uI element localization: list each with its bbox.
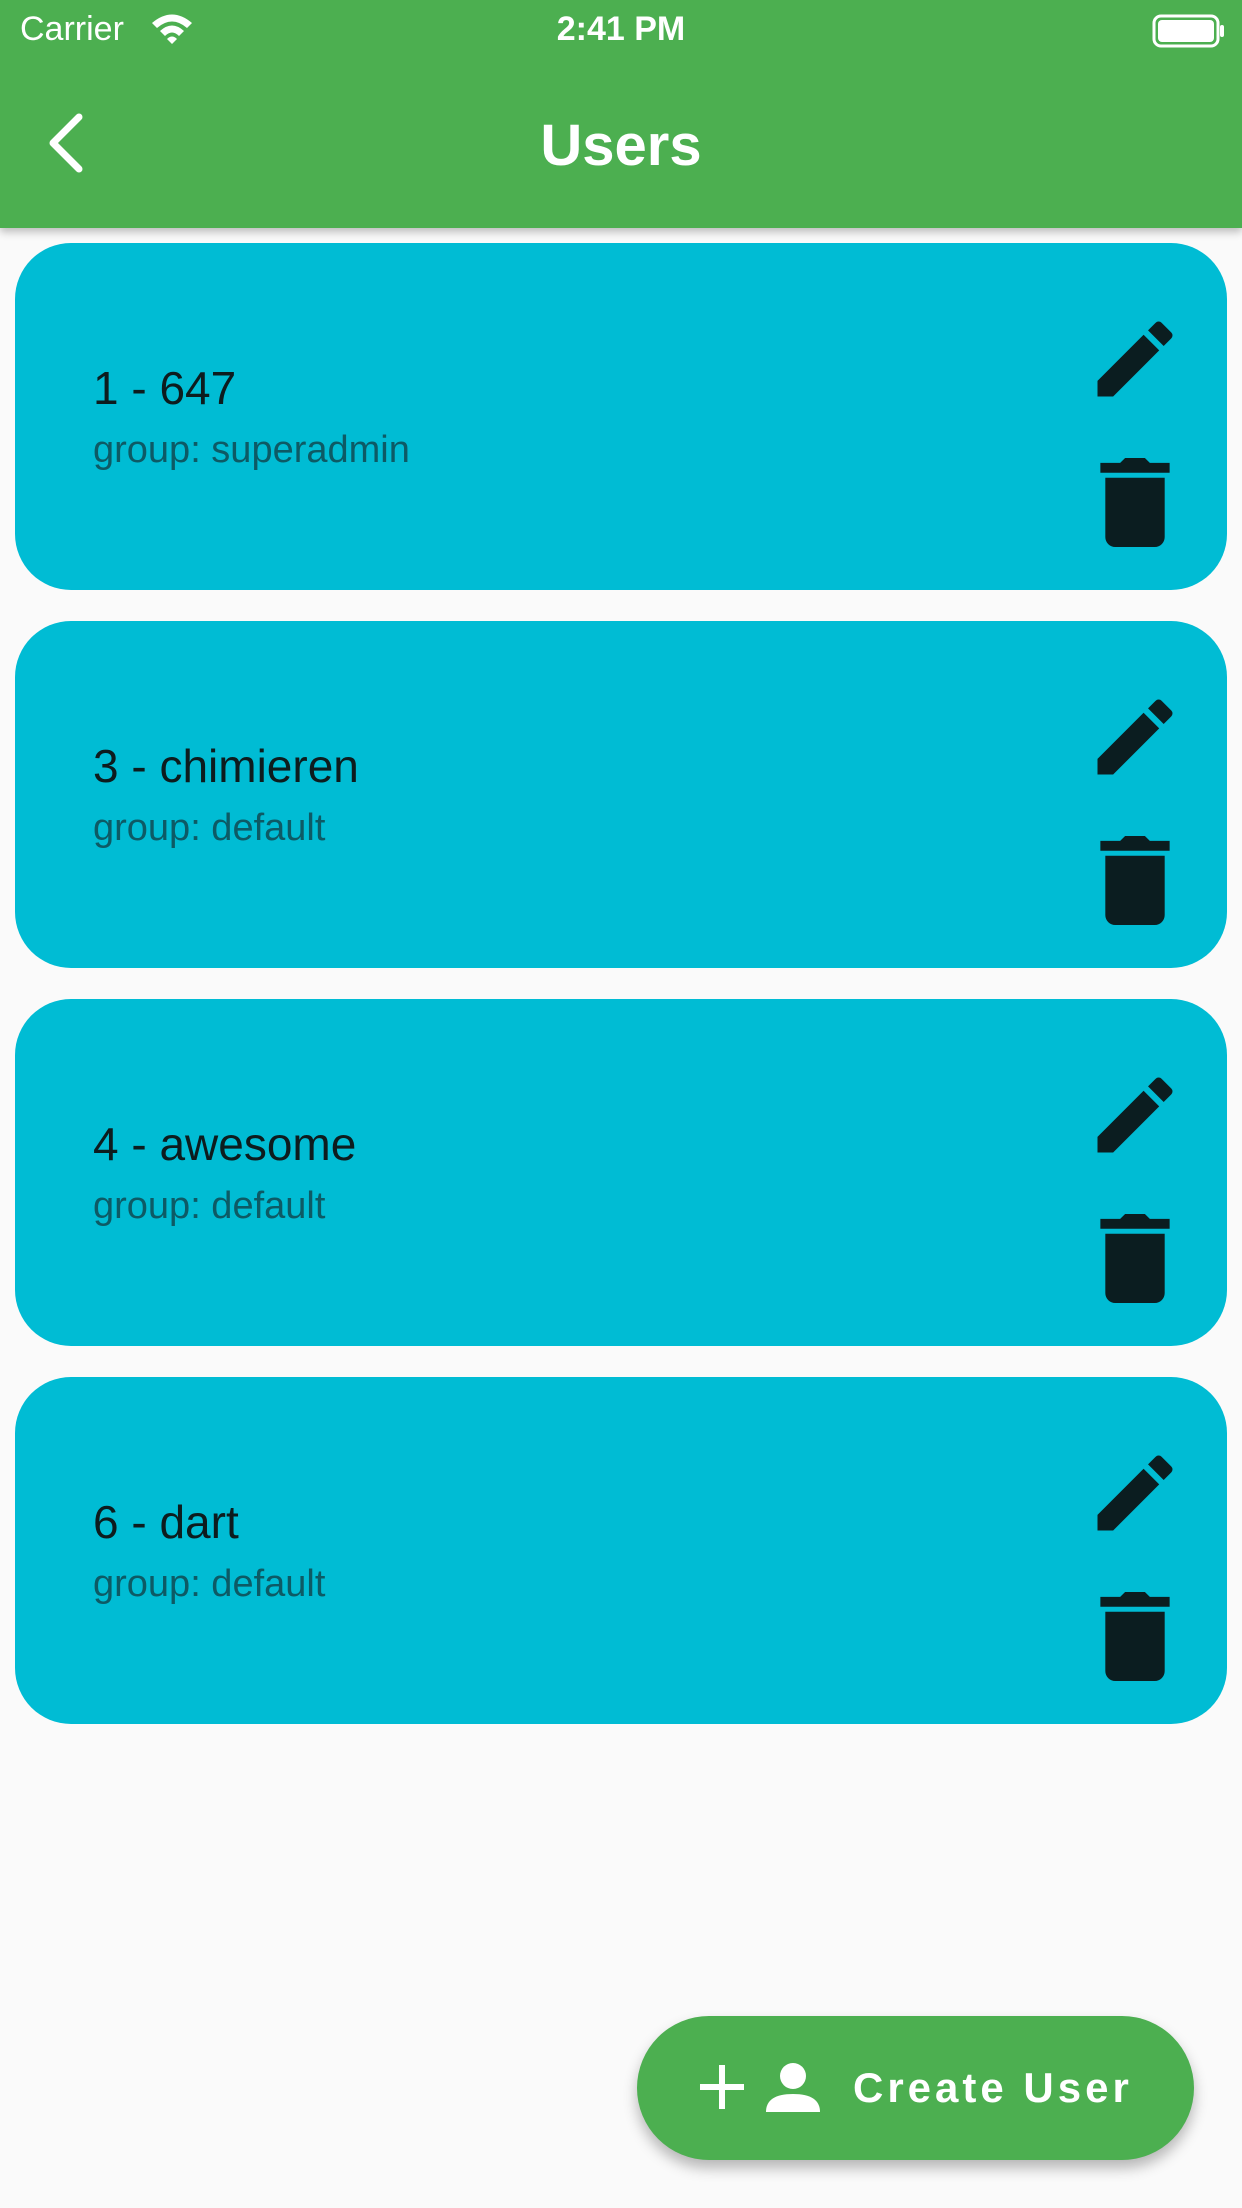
create-user-button[interactable]: Create User [637, 2016, 1194, 2160]
edit-button[interactable] [1085, 309, 1185, 409]
user-card: 6 - dart group: default [15, 1377, 1227, 1724]
user-card: 3 - chimieren group: default [15, 621, 1227, 968]
plus-icon [697, 2062, 747, 2117]
person-icon [764, 2062, 822, 2119]
edit-button[interactable] [1085, 1443, 1185, 1543]
trash-icon [1100, 835, 1170, 925]
user-name: 4 - awesome [93, 1118, 357, 1170]
user-group: group: superadmin [93, 429, 410, 471]
app-bar: Carrier 2:41 PM Users [0, 0, 1242, 228]
user-name: 1 - 647 [93, 362, 237, 414]
user-list: 1 - 647 group: superadmin 3 - chimieren … [15, 243, 1227, 1755]
delete-button[interactable] [1100, 1587, 1170, 1681]
user-group: group: default [93, 1185, 326, 1227]
pencil-icon [1097, 1077, 1173, 1153]
pencil-icon [1097, 699, 1173, 775]
user-group: group: default [93, 807, 326, 849]
user-name: 3 - chimieren [93, 740, 359, 792]
trash-icon [1100, 457, 1170, 547]
user-group: group: default [93, 1563, 326, 1605]
trash-icon [1100, 1591, 1170, 1681]
delete-button[interactable] [1100, 831, 1170, 925]
create-user-label: Create User [853, 2064, 1133, 2111]
delete-button[interactable] [1100, 1209, 1170, 1303]
trash-icon [1100, 1213, 1170, 1303]
battery-icon [1152, 14, 1226, 57]
user-name: 6 - dart [93, 1496, 239, 1548]
edit-button[interactable] [1085, 687, 1185, 787]
user-card: 4 - awesome group: default [15, 999, 1227, 1346]
status-time: 2:41 PM [556, 10, 686, 48]
page-title: Users [540, 113, 702, 178]
status-bar: Carrier 2:41 PM [0, 0, 1242, 62]
delete-button[interactable] [1100, 453, 1170, 547]
pencil-icon [1097, 1455, 1173, 1531]
edit-button[interactable] [1085, 1065, 1185, 1165]
user-card: 1 - 647 group: superadmin [15, 243, 1227, 590]
pencil-icon [1097, 321, 1173, 397]
